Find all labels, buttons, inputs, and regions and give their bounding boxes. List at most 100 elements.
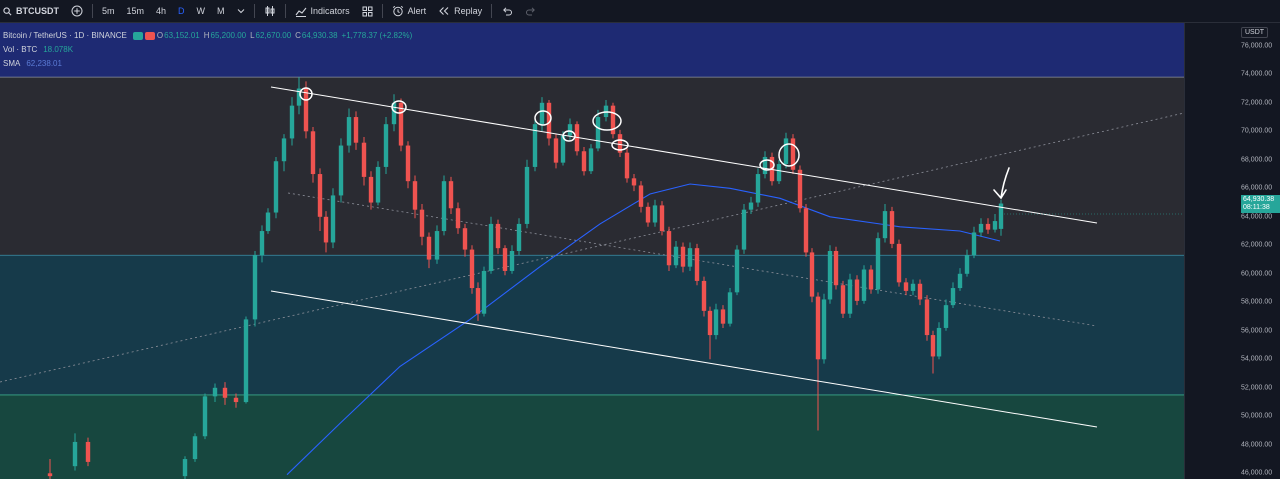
candle[interactable]: [469, 245, 475, 294]
candle[interactable]: [375, 161, 381, 206]
candle[interactable]: [303, 81, 309, 139]
candle[interactable]: [821, 293, 827, 364]
candle-body: [426, 236, 432, 260]
candle-body: [776, 164, 782, 182]
candle[interactable]: [610, 102, 616, 139]
chart-legend: Bitcoin / TetherUS · 1D · BINANCE O 63,15…: [3, 29, 416, 71]
candle[interactable]: [889, 206, 895, 249]
candle[interactable]: [833, 246, 839, 290]
candle[interactable]: [868, 265, 874, 294]
price-zone-2[interactable]: [0, 255, 1184, 395]
candle[interactable]: [659, 201, 665, 236]
candle-body: [72, 441, 78, 467]
candle-body: [755, 174, 761, 203]
candle[interactable]: [383, 117, 389, 175]
legend-status-chip[interactable]: [144, 32, 155, 40]
interval-1d[interactable]: D: [172, 0, 191, 22]
layout-templates-button[interactable]: [356, 0, 379, 22]
candle[interactable]: [734, 245, 740, 296]
candle-body: [992, 221, 998, 230]
candle[interactable]: [854, 275, 860, 306]
candle[interactable]: [502, 245, 508, 276]
candle[interactable]: [330, 188, 336, 249]
candle-body: [212, 387, 218, 397]
candle[interactable]: [727, 288, 733, 327]
chart-type-button[interactable]: [258, 0, 282, 22]
redo-button[interactable]: [519, 0, 543, 22]
candle-body: [47, 473, 53, 477]
candle-body: [539, 102, 545, 125]
redo-icon: [525, 6, 537, 16]
candle[interactable]: [434, 225, 440, 264]
candle-body: [509, 251, 515, 271]
candle[interactable]: [532, 117, 538, 172]
symbol-search-button[interactable]: BTCUSDT: [0, 0, 65, 22]
candle[interactable]: [192, 433, 198, 462]
candle-body: [361, 142, 367, 177]
price-axis[interactable]: USDT 46,000.00 48,000.00 50,000.00 52,000.0…: [1184, 23, 1280, 479]
candle-body: [405, 145, 411, 182]
candle-body: [713, 309, 719, 336]
price-zone-3[interactable]: [0, 394, 1184, 479]
candle-body: [827, 251, 833, 300]
volume-value: 18.078K: [43, 45, 74, 54]
interval-dropdown-button[interactable]: [231, 0, 251, 22]
candle[interactable]: [694, 243, 700, 286]
candle[interactable]: [803, 203, 809, 257]
candle[interactable]: [827, 245, 833, 304]
candle[interactable]: [273, 156, 279, 219]
legend-main-row: Bitcoin / TetherUS · 1D · BINANCE O 63,15…: [3, 29, 416, 43]
price-tick-label: 54,000.00: [1241, 355, 1273, 363]
alert-button[interactable]: Alert: [386, 0, 433, 22]
candle[interactable]: [588, 144, 594, 175]
candle[interactable]: [481, 266, 487, 317]
ohlc-close-key: C: [295, 31, 301, 40]
compare-symbol-button[interactable]: [65, 0, 89, 22]
candle[interactable]: [574, 121, 580, 156]
price-chart[interactable]: [0, 23, 1184, 479]
candle[interactable]: [701, 276, 707, 317]
candle[interactable]: [809, 248, 815, 303]
candle[interactable]: [875, 232, 881, 294]
candle[interactable]: [398, 98, 404, 152]
candle[interactable]: [741, 203, 747, 254]
currency-unit-button[interactable]: USDT: [1241, 27, 1269, 38]
candle[interactable]: [847, 273, 853, 318]
candle[interactable]: [790, 134, 796, 175]
replay-button[interactable]: Replay: [432, 0, 488, 22]
candle-body: [516, 223, 522, 251]
candle[interactable]: [488, 216, 494, 274]
chart-pane[interactable]: Bitcoin / TetherUS · 1D · BINANCE O 63,15…: [0, 23, 1184, 479]
candle[interactable]: [243, 316, 249, 404]
candle[interactable]: [896, 239, 902, 287]
candle[interactable]: [441, 175, 447, 236]
candle[interactable]: [797, 165, 803, 213]
candle[interactable]: [252, 251, 258, 327]
candle[interactable]: [202, 393, 208, 440]
candle-body: [624, 152, 630, 179]
candle[interactable]: [840, 280, 846, 318]
legend-sma-row[interactable]: SMA 62,238.01: [3, 57, 416, 71]
interval-1m[interactable]: M: [211, 0, 231, 22]
candle[interactable]: [861, 265, 867, 304]
candle[interactable]: [338, 138, 344, 203]
legend-status-chip[interactable]: [132, 32, 143, 40]
candle[interactable]: [755, 168, 761, 207]
indicators-button[interactable]: Indicators: [289, 0, 356, 22]
interval-1w[interactable]: W: [191, 0, 212, 22]
candle[interactable]: [524, 159, 530, 229]
candle[interactable]: [624, 148, 630, 183]
candle-body: [265, 212, 271, 232]
interval-5m[interactable]: 5m: [96, 0, 121, 22]
interval-15m[interactable]: 15m: [121, 0, 151, 22]
candle[interactable]: [666, 226, 672, 271]
ohlc-low-value: 62,670.00: [255, 31, 292, 40]
candle[interactable]: [924, 295, 930, 341]
candle-body: [964, 255, 970, 274]
undo-button[interactable]: [495, 0, 519, 22]
legend-volume-row[interactable]: Vol · BTC 18.078K: [3, 43, 416, 57]
interval-4h[interactable]: 4h: [150, 0, 172, 22]
candle-body: [971, 232, 977, 256]
candle-body: [192, 436, 198, 460]
candle[interactable]: [182, 456, 188, 479]
